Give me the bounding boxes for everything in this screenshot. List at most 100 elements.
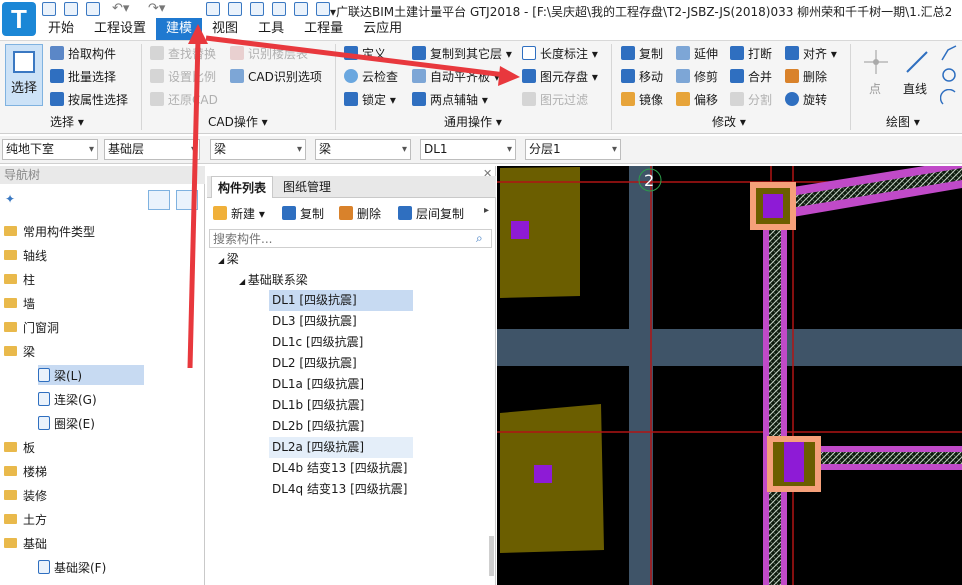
select-button[interactable]: 选择 [5, 44, 43, 106]
nav-child-item[interactable]: 连梁(G) [38, 389, 97, 409]
foundation-beam[interactable] [497, 329, 962, 366]
trim-button[interactable]: 修剪 [676, 66, 718, 86]
delete-component-button[interactable]: 删除 [339, 203, 381, 223]
element-save-button[interactable]: 图元存盘 ▾ [522, 66, 598, 86]
grid-view-icon[interactable] [176, 190, 198, 210]
nav-folder[interactable]: 装修 [4, 485, 47, 505]
rotate-button[interactable]: 旋转 [785, 89, 827, 109]
component-list-item[interactable]: DL4q 结变13 [四级抗震] [269, 479, 413, 500]
component-list-item[interactable]: DL4b 结变13 [四级抗震] [269, 458, 413, 479]
copy-component-button[interactable]: 复制 [282, 203, 324, 223]
polyline-icon[interactable] [940, 44, 958, 62]
save-icon[interactable] [86, 2, 100, 16]
split-button[interactable]: 分割 [730, 89, 772, 109]
nav-folder[interactable]: 梁 [4, 341, 35, 361]
tab-component-list[interactable]: 构件列表 [211, 176, 274, 198]
new-component-button[interactable]: 新建 ▾ [213, 203, 265, 223]
point-draw-icon[interactable] [862, 48, 890, 76]
nav-folder[interactable]: 基础 [4, 533, 47, 553]
batch-select-button[interactable]: 批量选择 [50, 66, 116, 86]
app-logo-icon[interactable]: T [2, 2, 36, 36]
redo-icon[interactable]: ↷▾ [148, 1, 165, 16]
delete-button[interactable]: 删除 [785, 66, 827, 86]
recognize-floor-table-button[interactable]: 识别楼层表 [230, 43, 308, 63]
two-point-aux-axis-button[interactable]: 两点辅轴 ▾ [412, 89, 488, 109]
select-by-property-button[interactable]: 按属性选择 [50, 89, 128, 109]
break-button[interactable]: 打断 [730, 43, 772, 63]
nav-folder[interactable]: 墙 [4, 293, 35, 313]
nav-folder[interactable]: 板 [4, 437, 35, 457]
component-search-input[interactable] [209, 229, 492, 248]
quick-tool-4-icon[interactable] [272, 2, 286, 16]
floor-select[interactable]: 基础层 [104, 139, 200, 160]
component-list-item[interactable]: DL3 [四级抗震] [269, 311, 413, 332]
nav-child-item[interactable]: 梁(L) [38, 365, 144, 385]
component-list-item[interactable]: DL1 [四级抗震] [269, 290, 413, 311]
menu-start[interactable]: 开始 [38, 18, 84, 40]
nav-folder[interactable]: 常用构件类型 [4, 221, 95, 241]
list-scrollbar[interactable] [489, 536, 494, 576]
list-view-icon[interactable] [148, 190, 170, 210]
menu-project-settings[interactable]: 工程设置 [84, 18, 156, 40]
column[interactable] [511, 221, 529, 239]
quick-tool-2-icon[interactable] [228, 2, 242, 16]
menu-quantities[interactable]: 工程量 [294, 18, 353, 40]
new-file-icon[interactable] [42, 2, 56, 16]
lock-button[interactable]: 锁定 ▾ [344, 89, 396, 109]
nav-folder[interactable]: 门窗洞 [4, 317, 59, 337]
extend-button[interactable]: 延伸 [676, 43, 718, 63]
more-actions-icon[interactable]: ▸ [484, 205, 489, 216]
component-subtype-select[interactable]: 梁 [315, 139, 411, 160]
menu-view[interactable]: 视图 [202, 18, 248, 40]
set-scale-button[interactable]: 设置比例 [150, 66, 216, 86]
nav-folder[interactable]: 轴线 [4, 245, 47, 265]
merge-button[interactable]: 合并 [730, 66, 772, 86]
nav-folder[interactable]: 楼梯 [4, 461, 47, 481]
restore-cad-button[interactable]: 还原CAD [150, 89, 218, 109]
component-list-item[interactable]: DL2b [四级抗震] [269, 416, 413, 437]
component-list-item[interactable]: DL2a [四级抗震] [269, 437, 413, 458]
component-list-item[interactable]: DL1c [四级抗震] [269, 332, 413, 353]
element-filter-button[interactable]: 图元过滤 [522, 89, 588, 109]
search-icon[interactable]: ⌕ [476, 231, 483, 246]
mirror-button[interactable]: 镜像 [621, 89, 663, 109]
pin-icon[interactable]: ✦ [5, 192, 15, 206]
length-dimension-button[interactable]: 长度标注 ▾ [522, 43, 598, 63]
column[interactable] [763, 194, 783, 218]
copy-to-other-floor-button[interactable]: 复制到其它层 ▾ [412, 43, 512, 63]
foundation-beam[interactable] [629, 166, 653, 585]
component-list-item[interactable]: DL2 [四级抗震] [269, 353, 413, 374]
menu-modeling[interactable]: 建模 [156, 18, 203, 40]
find-replace-button[interactable]: 查找替换 [150, 43, 216, 63]
quick-tool-1-icon[interactable] [206, 2, 220, 16]
nav-folder[interactable]: 柱 [4, 269, 35, 289]
component-select[interactable]: DL1 [420, 139, 516, 160]
tab-drawing-management[interactable]: 图纸管理 [277, 176, 337, 198]
arc-draw-icon[interactable] [939, 88, 958, 107]
quick-tool-3-icon[interactable] [250, 2, 264, 16]
nav-folder[interactable]: 土方 [4, 509, 47, 529]
component-list-item[interactable]: DL1a [四级抗震] [269, 374, 413, 395]
column[interactable] [534, 465, 552, 483]
quick-tool-6-icon[interactable] [316, 2, 330, 16]
tree-group[interactable]: ◢ 基础联系梁 [239, 271, 308, 288]
align-button[interactable]: 对齐 ▾ [785, 43, 837, 63]
nav-child-item[interactable]: 圈梁(E) [38, 413, 95, 433]
drawing-canvas[interactable]: 2 [497, 166, 962, 585]
quick-tool-5-icon[interactable] [294, 2, 308, 16]
auto-align-slab-button[interactable]: 自动平齐板 ▾ [412, 66, 500, 86]
component-list-item[interactable]: DL1b [四级抗震] [269, 395, 413, 416]
copy-between-floors-button[interactable]: 层间复制 [398, 203, 464, 223]
copy-button[interactable]: 复制 [621, 43, 663, 63]
offset-button[interactable]: 偏移 [676, 89, 718, 109]
menu-cloud-apps[interactable]: 云应用 [353, 18, 412, 40]
undo-icon[interactable]: ↶▾ [112, 1, 129, 16]
circle-draw-icon[interactable] [940, 66, 958, 84]
open-file-icon[interactable] [64, 2, 78, 16]
cad-recognition-options-button[interactable]: CAD识别选项 [230, 66, 322, 86]
floor-group-select[interactable]: 纯地下室 [2, 139, 98, 160]
column[interactable] [784, 442, 804, 482]
nav-child-item[interactable]: 基础梁(F) [38, 557, 106, 577]
line-draw-icon[interactable] [903, 48, 931, 76]
define-button[interactable]: 定义 [344, 43, 386, 63]
